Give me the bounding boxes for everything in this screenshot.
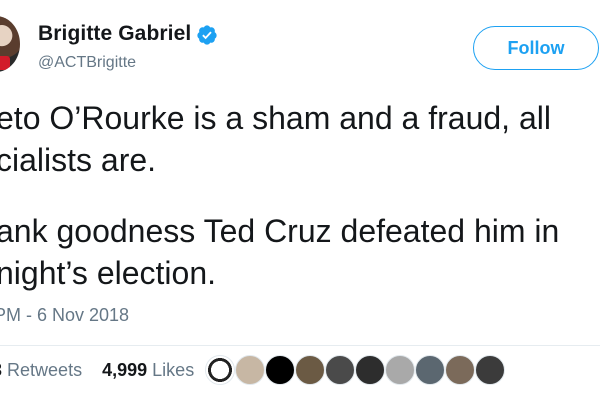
liker-avatar-6[interactable] bbox=[355, 355, 385, 385]
likes-stat[interactable]: 4,999 Likes bbox=[102, 360, 194, 380]
liker-avatar-7[interactable] bbox=[385, 355, 415, 385]
liker-avatar-2[interactable] bbox=[235, 355, 265, 385]
tweet-stats: 3 Retweets 4,999 Likes bbox=[0, 360, 194, 381]
tweet-timestamp[interactable]: PM - 6 Nov 2018 bbox=[0, 305, 129, 326]
author-avatar[interactable] bbox=[0, 16, 20, 72]
divider bbox=[0, 345, 600, 346]
liker-avatar-3[interactable] bbox=[265, 355, 295, 385]
likes-label: Likes bbox=[152, 360, 195, 380]
tweet-text-line-4: night’s election. bbox=[0, 255, 216, 291]
tweet-text-line-1: eto O’Rourke is a sham and a fraud, all bbox=[0, 100, 551, 136]
tweet-text-line-3: ank goodness Ted Cruz defeated him in bbox=[0, 213, 560, 249]
liker-avatar-9[interactable] bbox=[445, 355, 475, 385]
liker-avatar-8[interactable] bbox=[415, 355, 445, 385]
retweets-stat[interactable]: 3 Retweets bbox=[0, 360, 82, 380]
author-name[interactable]: Brigitte Gabriel bbox=[38, 22, 191, 46]
tweet-text-line-2: cialists are. bbox=[0, 142, 157, 178]
liker-avatar-4[interactable] bbox=[295, 355, 325, 385]
verified-badge-icon bbox=[197, 25, 217, 45]
likes-count: 4,999 bbox=[102, 360, 148, 380]
author-handle[interactable]: @ACTBrigitte bbox=[38, 54, 136, 72]
liker-avatar-1[interactable] bbox=[205, 355, 235, 385]
liker-avatar-10[interactable] bbox=[475, 355, 505, 385]
follow-button[interactable]: Follow bbox=[473, 26, 599, 70]
retweets-count: 3 bbox=[0, 360, 2, 380]
retweets-label: Retweets bbox=[7, 360, 83, 380]
liker-avatar-5[interactable] bbox=[325, 355, 355, 385]
